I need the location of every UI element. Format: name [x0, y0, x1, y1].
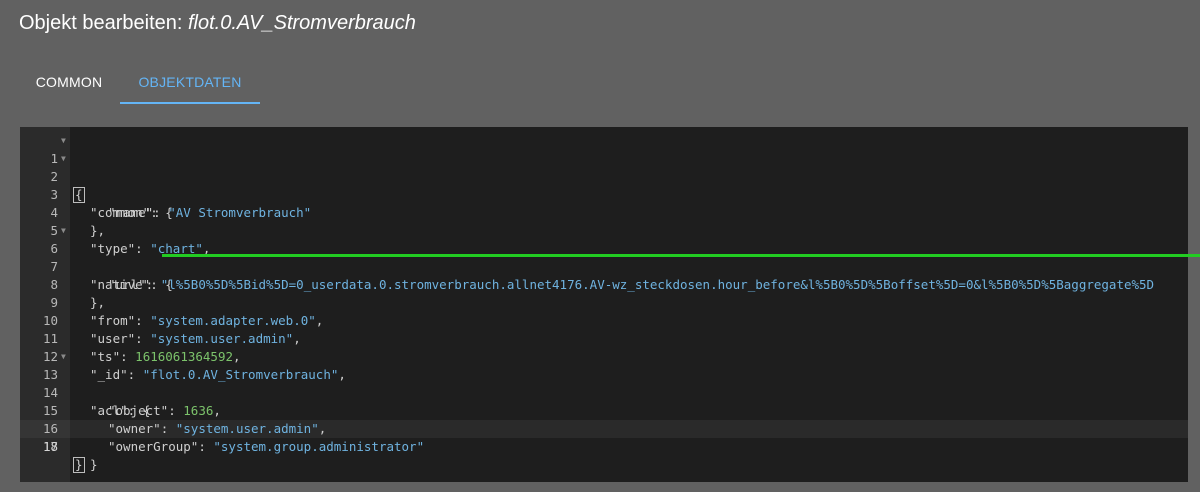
code-line-13[interactable]: 13 ▼ "acl": { [20, 348, 1188, 418]
code-line-16[interactable]: 16 "ownerGroup": "system.group.administr… [20, 402, 1188, 454]
code-line-12[interactable]: 12 "_id": "flot.0.AV_Stromverbrauch", [20, 330, 1188, 382]
tab-common[interactable]: COMMON [20, 60, 118, 104]
active-tab-indicator [120, 102, 260, 104]
fold-arrow-icon[interactable]: ▼ [61, 150, 66, 168]
code-line-10[interactable]: 10 "user": "system.user.admin", [20, 294, 1188, 346]
json-key: "ownerGroup" [108, 439, 199, 454]
code-line-9[interactable]: 9 "from": "system.adapter.web.0", [20, 276, 1188, 328]
line-number: 17 [42, 439, 58, 454]
code-line-4[interactable]: 4 }, [20, 186, 1188, 238]
code-line-1[interactable]: 1 ▼ { [20, 132, 1188, 203]
code-line-3[interactable]: 3 "name": "AV Stromverbrauch" [20, 168, 1188, 220]
fold-arrow-icon[interactable]: ▼ [61, 132, 66, 150]
code-line-15[interactable]: 15 "owner": "system.user.admin", [20, 384, 1188, 436]
annotation-underline [162, 254, 1200, 257]
fold-arrow-icon[interactable]: ▼ [61, 348, 66, 366]
code-line-11[interactable]: 11 "ts": 1616061364592, [20, 312, 1188, 364]
code-line-14[interactable]: 14 "object": 1636, [20, 366, 1188, 418]
json-string: "system.group.administrator" [213, 439, 425, 454]
code-line-2[interactable]: 2 ▼ "common": { [20, 150, 1188, 220]
tab-objektdaten[interactable]: OBJEKTDATEN [120, 60, 260, 104]
code-line-6[interactable]: 6 ▼ "native": { [20, 222, 1188, 292]
code-line-5[interactable]: 5 "type": "chart", [20, 204, 1188, 256]
dialog-title-object-id: flot.0.AV_Stromverbrauch [188, 12, 416, 34]
fold-arrow-icon[interactable]: ▼ [61, 222, 66, 240]
json-code-editor[interactable]: 1 ▼ { 2 ▼ "common": { 3 "name": "AV Stro… [20, 127, 1188, 482]
dialog-title-prefix: Objekt bearbeiten: [19, 12, 183, 34]
hidden-placeholder [20, 420, 1188, 438]
dialog-title: Objekt bearbeiten: flot.0.AV_Stromverbra… [19, 12, 416, 35]
code-line-8[interactable]: 8 }, [20, 258, 1188, 310]
